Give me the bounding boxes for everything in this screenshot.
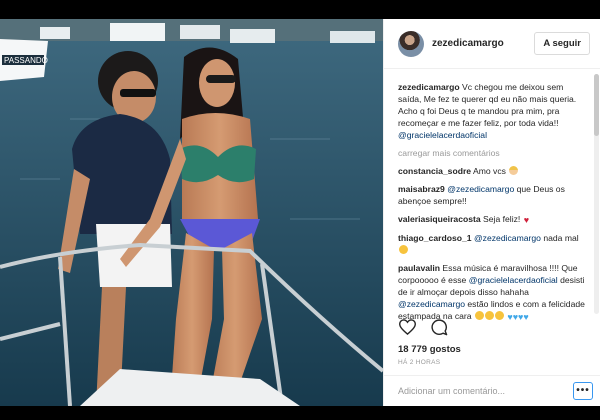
post-details-panel: zezedicamargo A seguir zezedicamargo Vc … <box>383 19 600 406</box>
list-item: constancia_sodre Amo vcs <box>398 165 586 177</box>
comment-icon[interactable] <box>430 318 448 336</box>
header-username[interactable]: zezedicamargo <box>432 38 534 49</box>
load-more-comments[interactable]: carregar mais comentários <box>398 147 586 159</box>
comment-text: nada mal <box>543 233 579 243</box>
add-comment-bar: ••• <box>384 375 600 406</box>
red-heart-emoji-icon: ♥ <box>523 215 530 225</box>
follow-button[interactable]: A seguir <box>534 32 590 55</box>
comment-username[interactable]: maisabraz9 <box>398 184 445 194</box>
comment-text: Seja feliz! <box>483 214 521 224</box>
comment-mention[interactable]: @zezedicamargo <box>447 184 514 194</box>
top-black-bar <box>0 0 600 19</box>
comment-mention[interactable]: @gracielelacerdaoficial <box>469 275 558 285</box>
heart-icon[interactable] <box>398 318 416 336</box>
caption: zezedicamargo Vc chegou me deixou sem sa… <box>398 81 586 141</box>
avatar[interactable] <box>398 30 424 57</box>
comment-username[interactable]: valeriasiqueiracosta <box>398 214 481 224</box>
list-item: maisabraz9 @zezedicamargo que Deus os ab… <box>398 183 586 207</box>
comments-scrollbar[interactable] <box>594 74 599 314</box>
list-item: valeriasiqueiracosta Seja feliz! ♥ <box>398 213 586 226</box>
blue-hearts-emoji-icon: ♥♥♥♥ <box>507 312 529 322</box>
post-header: zezedicamargo A seguir <box>384 19 600 69</box>
more-options-icon[interactable]: ••• <box>573 382 593 400</box>
caption-username[interactable]: zezedicamargo <box>398 82 460 92</box>
post-timestamp: HÁ 2 HORAS <box>398 359 441 366</box>
photo-illustration: PASSANDO <box>0 19 383 406</box>
comment-input[interactable] <box>398 386 573 396</box>
comment-username[interactable]: paulavalin <box>398 263 440 273</box>
comments-list: zezedicamargo Vc chegou me deixou sem sa… <box>384 70 594 328</box>
background-boat <box>330 31 375 43</box>
background-boat <box>180 25 220 39</box>
bottom-black-bar <box>0 406 600 420</box>
smile-emoji-icon <box>399 245 408 254</box>
post-photo[interactable]: PASSANDO <box>0 19 383 406</box>
scrollbar-thumb[interactable] <box>594 74 599 136</box>
list-item: paulavalin Essa música é maravilhosa !!!… <box>398 262 586 323</box>
background-boat <box>110 23 165 41</box>
comment-username[interactable]: constancia_sodre <box>398 166 471 176</box>
background-boat <box>230 29 275 43</box>
comment-text: Amo vcs <box>473 166 506 176</box>
caption-mention[interactable]: @gracielelacerdaoficial <box>398 130 487 140</box>
blonde-woman-emoji-icon <box>509 166 519 175</box>
background-boat <box>40 27 70 39</box>
comment-mention[interactable]: @zezedicamargo <box>474 233 541 243</box>
screenshot-frame: PASSANDO zezedicamargo A seguir zezedica… <box>0 0 600 420</box>
likes-count[interactable]: 18 779 gostos <box>398 344 461 355</box>
comment-username[interactable]: thiago_cardoso_1 <box>398 233 472 243</box>
boat-name-text: PASSANDO <box>4 56 48 65</box>
action-bar <box>398 318 448 336</box>
comment-mention[interactable]: @zezedicamargo <box>398 299 465 309</box>
list-item: thiago_cardoso_1 @zezedicamargo nada mal <box>398 232 586 256</box>
heart-eyes-emoji-icon <box>474 311 506 321</box>
